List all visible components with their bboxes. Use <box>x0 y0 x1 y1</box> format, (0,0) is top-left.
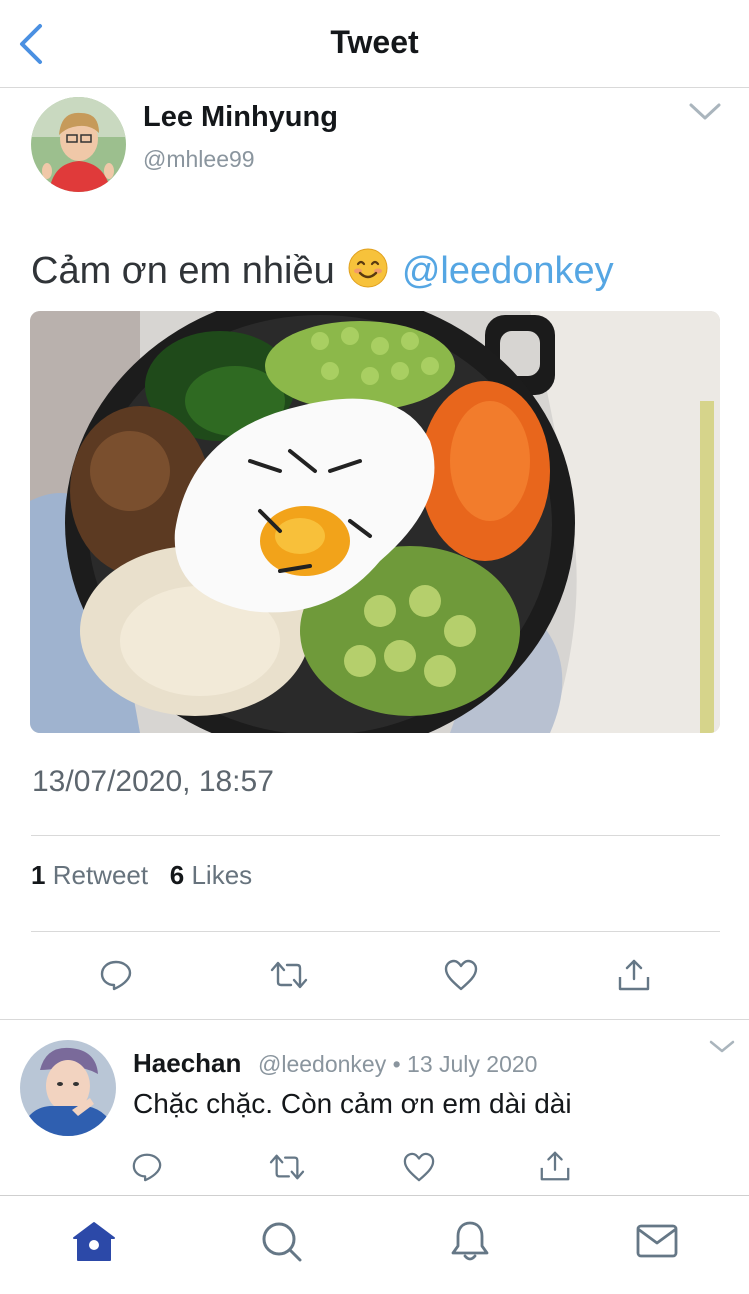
reply-meta: @leedonkey • 13 July 2020 <box>258 1051 538 1077</box>
share-icon <box>540 1151 570 1181</box>
bell-icon <box>451 1221 489 1261</box>
mention-link[interactable]: @leedonkey <box>402 250 614 292</box>
tab-messages[interactable] <box>632 1216 682 1266</box>
tab-notifications[interactable] <box>445 1216 495 1266</box>
author-name[interactable]: Lee Minhyung <box>143 101 338 134</box>
page-title: Tweet <box>330 24 419 60</box>
retweet-button[interactable] <box>264 950 314 1000</box>
retweet-stat[interactable]: 1 Retweet <box>31 860 148 890</box>
section-divider <box>0 1019 749 1020</box>
home-icon <box>73 1222 115 1261</box>
tweet-stats: 1 Retweet 6 Likes <box>31 860 252 891</box>
tab-search[interactable] <box>256 1216 306 1266</box>
like-button[interactable] <box>436 950 486 1000</box>
reply-options-button[interactable] <box>708 1038 736 1056</box>
share-icon <box>618 959 650 991</box>
chevron-down-icon <box>689 103 721 120</box>
top-navigation-bar: Tweet <box>0 0 749 88</box>
comment-icon <box>132 1153 162 1182</box>
search-icon <box>262 1222 302 1262</box>
tweet-text: Cảm ơn em nhiều @leedonkey <box>31 247 614 299</box>
heart-icon <box>444 959 478 991</box>
tweet-photo[interactable] <box>30 311 720 733</box>
tweet-timestamp: 13/07/2020, 18:57 <box>32 765 274 798</box>
reply-reply-button[interactable] <box>122 1142 172 1192</box>
retweet-icon <box>270 961 308 989</box>
reply-text: Chặc chặc. Còn cảm ơn em dài dài <box>133 1088 572 1119</box>
chevron-down-icon <box>709 1040 735 1053</box>
reply-button[interactable] <box>91 950 141 1000</box>
retweet-icon <box>269 1154 305 1180</box>
divider <box>31 835 720 836</box>
comment-icon <box>100 960 132 991</box>
tweet-options-button[interactable] <box>688 100 722 124</box>
tab-home[interactable] <box>69 1216 119 1266</box>
smiling-face-emoji <box>347 247 389 299</box>
share-button[interactable] <box>609 950 659 1000</box>
tweet-body: Cảm ơn em nhiều <box>31 250 335 292</box>
mail-icon <box>636 1224 678 1258</box>
reply-author-name[interactable]: Haechan <box>133 1048 241 1079</box>
divider <box>31 931 720 932</box>
likes-stat[interactable]: 6 Likes <box>170 860 252 890</box>
reply-like-button[interactable] <box>394 1142 444 1192</box>
reply-avatar[interactable] <box>20 1040 116 1136</box>
author-handle[interactable]: @mhlee99 <box>143 146 255 173</box>
reply-retweet-button[interactable] <box>262 1142 312 1192</box>
bottom-tab-bar <box>0 1195 749 1294</box>
heart-icon <box>403 1152 435 1182</box>
reply-share-button[interactable] <box>530 1141 580 1191</box>
author-avatar[interactable] <box>31 97 126 192</box>
